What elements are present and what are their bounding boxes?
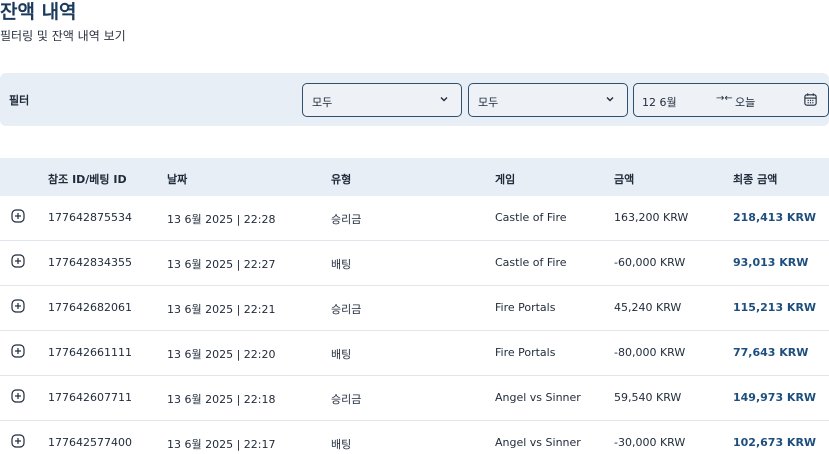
cell-game: Castle of Fire <box>495 211 567 224</box>
column-header-amount[interactable]: 금액 <box>614 171 634 187</box>
cell-final-amount: 102,673 KRW <box>733 436 817 449</box>
cell-final-amount: 93,013 KRW <box>733 256 809 269</box>
cell-date: 13 6월 2025 | 22:20 <box>167 348 276 361</box>
cell-game: Angel vs Sinner <box>495 436 581 449</box>
cell-ref-id: 177642834355 <box>48 256 132 269</box>
type-select-value: 모두 <box>312 96 333 109</box>
table-row: 177642834355 13 6월 2025 | 22:27 배팅 Castl… <box>0 241 829 286</box>
cell-ref-id: 177642682061 <box>48 301 132 314</box>
calendar-icon[interactable] <box>803 92 818 107</box>
page-subtitle: 필터링 및 잔액 내역 보기 <box>0 29 126 43</box>
column-header-ref-id[interactable]: 참조 ID/베팅 ID <box>48 171 127 187</box>
column-header-final-amount[interactable]: 최종 금액 <box>733 171 777 187</box>
date-range-picker[interactable]: 12 6월 →← 오늘 <box>633 83 829 117</box>
cell-amount: -60,000 KRW <box>614 256 686 269</box>
cell-type: 승리금 <box>331 213 362 226</box>
plus-circle-icon[interactable] <box>11 434 25 448</box>
cell-game: Fire Portals <box>495 346 556 359</box>
type-select[interactable]: 모두 <box>302 83 462 117</box>
cell-type: 배팅 <box>331 348 352 361</box>
cell-ref-id: 177642607711 <box>48 391 132 404</box>
date-to[interactable]: 오늘 <box>735 94 755 110</box>
game-select-value: 모두 <box>478 96 499 109</box>
cell-game: Angel vs Sinner <box>495 391 581 404</box>
column-header-game[interactable]: 게임 <box>495 171 515 187</box>
cell-ref-id: 177642577400 <box>48 436 132 449</box>
cell-date: 13 6월 2025 | 22:18 <box>167 393 276 406</box>
filter-bar: 필터 모두 모두 12 6월 →← 오늘 <box>0 73 829 126</box>
chevron-down-icon <box>440 97 448 102</box>
cell-final-amount: 77,643 KRW <box>733 346 809 359</box>
cell-final-amount: 115,213 KRW <box>733 301 817 314</box>
cell-final-amount: 149,973 KRW <box>733 391 817 404</box>
table-header: 참조 ID/베팅 ID 날짜 유형 게임 금액 최종 금액 <box>0 158 829 196</box>
cell-date: 13 6월 2025 | 22:27 <box>167 258 276 271</box>
cell-amount: -80,000 KRW <box>614 346 686 359</box>
column-header-type[interactable]: 유형 <box>331 171 351 187</box>
plus-circle-icon[interactable] <box>11 209 25 223</box>
cell-type: 승리금 <box>331 303 362 316</box>
cell-amount: 163,200 KRW <box>614 211 689 224</box>
cell-ref-id: 177642875534 <box>48 211 132 224</box>
cell-ref-id: 177642661111 <box>48 346 132 359</box>
cell-amount: 45,240 KRW <box>614 301 682 314</box>
cell-date: 13 6월 2025 | 22:17 <box>167 438 276 451</box>
cell-date: 13 6월 2025 | 22:21 <box>167 303 276 316</box>
cell-game: Castle of Fire <box>495 256 567 269</box>
column-header-date[interactable]: 날짜 <box>167 171 187 187</box>
table-row: 177642875534 13 6월 2025 | 22:28 승리금 Cast… <box>0 196 829 241</box>
page-title: 잔액 내역 <box>0 1 77 23</box>
game-select[interactable]: 모두 <box>468 83 628 117</box>
cell-amount: -30,000 KRW <box>614 436 686 449</box>
filter-label: 필터 <box>9 94 30 107</box>
cell-game: Fire Portals <box>495 301 556 314</box>
plus-circle-icon[interactable] <box>11 389 25 403</box>
table-row: 177642682061 13 6월 2025 | 22:21 승리금 Fire… <box>0 286 829 331</box>
cell-date: 13 6월 2025 | 22:28 <box>167 213 276 226</box>
date-range-arrow-icon: →← <box>716 93 733 104</box>
plus-circle-icon[interactable] <box>11 299 25 313</box>
date-from[interactable]: 12 6월 <box>642 94 677 110</box>
cell-amount: 59,540 KRW <box>614 391 682 404</box>
table-row: 177642607711 13 6월 2025 | 22:18 승리금 Ange… <box>0 376 829 421</box>
plus-circle-icon[interactable] <box>11 344 25 358</box>
cell-type: 배팅 <box>331 258 352 271</box>
chevron-down-icon <box>606 97 614 102</box>
cell-type: 승리금 <box>331 393 362 406</box>
cell-type: 배팅 <box>331 438 352 451</box>
cell-final-amount: 218,413 KRW <box>733 211 817 224</box>
table-row: 177642577400 13 6월 2025 | 22:17 배팅 Angel… <box>0 421 829 454</box>
table-row: 177642661111 13 6월 2025 | 22:20 배팅 Fire … <box>0 331 829 376</box>
plus-circle-icon[interactable] <box>11 254 25 268</box>
